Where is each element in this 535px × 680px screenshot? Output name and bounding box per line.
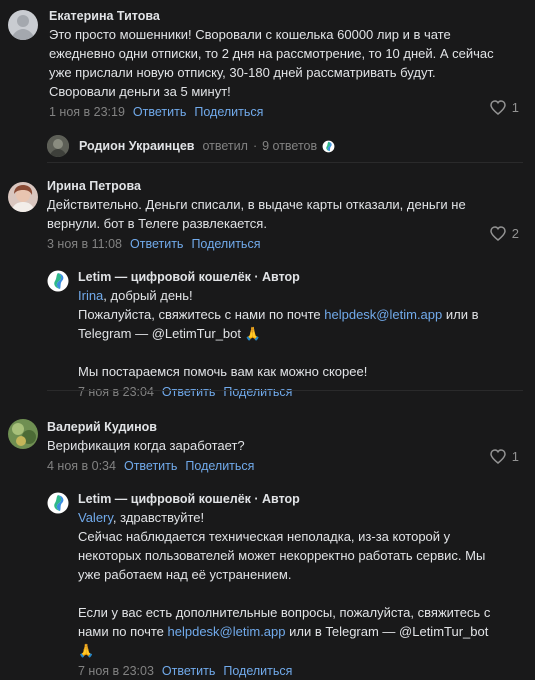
author-name[interactable]: Валерий Кудинов xyxy=(47,419,523,435)
comment: Валерий Кудинов Верификация когда зарабо… xyxy=(0,401,535,475)
avatar[interactable] xyxy=(8,419,38,449)
share-button[interactable]: Поделиться xyxy=(223,383,292,401)
reply-action: ответил xyxy=(202,139,248,153)
reply-button[interactable]: Ответить xyxy=(130,235,183,253)
letim-logo-icon xyxy=(321,139,335,153)
reply-author-name[interactable]: Родион Украинцев xyxy=(79,139,194,153)
comment: Екатерина Титова Это просто мошенники! С… xyxy=(0,0,535,121)
greeting: , здравствуйте! xyxy=(112,510,205,525)
replies-count: 9 ответов xyxy=(262,139,318,153)
author-reply: Letim — цифровой кошелёк · Автор Irina, … xyxy=(0,269,535,401)
avatar[interactable] xyxy=(8,182,38,212)
separator: · xyxy=(252,139,258,153)
author-name[interactable]: Letim — цифровой кошелёк · Автор xyxy=(78,269,523,285)
closing-text: Мы постараемся помочь вам как можно скор… xyxy=(78,364,368,379)
comments-thread: Екатерина Титова Это просто мошенники! С… xyxy=(0,0,535,680)
comment-meta: 7 ноя в 23:03 Ответить Поделиться xyxy=(78,662,523,680)
author-reply: Letim — цифровой кошелёк · Автор Valery,… xyxy=(0,491,535,680)
heart-icon xyxy=(490,100,506,115)
replies-summary[interactable]: Родион Украинцев ответил · 9 ответов xyxy=(0,133,535,159)
comment-meta: 4 ноя в 0:34 Ответить Поделиться xyxy=(47,457,523,475)
comment-meta: 1 ноя в 23:19 Ответить Поделиться xyxy=(49,103,523,121)
reply-button[interactable]: Ответить xyxy=(162,662,215,680)
comment-meta: 7 ноя в 23:04 Ответить Поделиться xyxy=(78,383,523,401)
like-button[interactable]: 1 xyxy=(490,100,519,115)
comment-text: Действительно. Деньги списали, в выдаче … xyxy=(47,197,466,231)
reply-text: Irina, добрый день! Пожалуйста, свяжитес… xyxy=(78,286,498,381)
user-photo-icon xyxy=(8,182,38,212)
like-count: 1 xyxy=(511,100,519,115)
letim-logo-icon[interactable] xyxy=(47,270,69,292)
reply-button[interactable]: Ответить xyxy=(133,103,186,121)
status-text: Сейчас наблюдается техническая неполадка… xyxy=(78,529,486,582)
share-button[interactable]: Поделиться xyxy=(194,103,263,121)
comment-date[interactable]: 3 ноя в 11:08 xyxy=(47,235,122,253)
share-button[interactable]: Поделиться xyxy=(223,662,292,680)
divider xyxy=(47,390,523,391)
addressee-link[interactable]: Irina xyxy=(78,288,103,303)
author-name[interactable]: Letim — цифровой кошелёк · Автор xyxy=(78,491,523,507)
greeting: , добрый день! xyxy=(103,288,193,303)
like-button[interactable]: 1 xyxy=(490,449,519,464)
email-link[interactable]: helpdesk@letim.app xyxy=(324,307,442,322)
reply-button[interactable]: Ответить xyxy=(124,457,177,475)
reply-button[interactable]: Ответить xyxy=(162,383,215,401)
heart-icon xyxy=(490,449,506,464)
comment-date[interactable]: 1 ноя в 23:19 xyxy=(49,103,125,121)
avatar xyxy=(47,135,69,157)
comment-text: Верификация когда заработает? xyxy=(47,438,245,453)
comment-date[interactable]: 4 ноя в 0:34 xyxy=(47,457,116,475)
share-button[interactable]: Поделиться xyxy=(191,235,260,253)
user-photo-icon xyxy=(47,135,69,157)
user-photo-icon xyxy=(8,419,38,449)
reply-text: Valery, здравствуйте! Сейчас наблюдается… xyxy=(78,508,508,660)
like-count: 1 xyxy=(511,449,519,464)
contact-text: Пожалуйста, свяжитесь с нами по почте xyxy=(78,307,325,322)
author-name[interactable]: Екатерина Титова xyxy=(49,8,523,24)
letim-logo-icon[interactable] xyxy=(47,492,69,514)
author-name[interactable]: Ирина Петрова xyxy=(47,178,523,194)
avatar[interactable] xyxy=(8,10,38,40)
comment-meta: 3 ноя в 11:08 Ответить Поделиться xyxy=(47,235,523,253)
comment-date[interactable]: 7 ноя в 23:03 xyxy=(78,662,154,680)
heart-icon xyxy=(490,226,506,241)
addressee-link[interactable]: Valery xyxy=(78,510,113,525)
comment-text: Это просто мошенники! Своровали с кошель… xyxy=(49,27,494,99)
share-button[interactable]: Поделиться xyxy=(185,457,254,475)
like-button[interactable]: 2 xyxy=(490,226,519,241)
comment: Ирина Петрова Действительно. Деньги спис… xyxy=(0,159,535,253)
comment-date[interactable]: 7 ноя в 23:04 xyxy=(78,383,154,401)
default-avatar-icon xyxy=(11,15,35,40)
like-count: 2 xyxy=(511,226,519,241)
email-link[interactable]: helpdesk@letim.app xyxy=(168,624,286,639)
